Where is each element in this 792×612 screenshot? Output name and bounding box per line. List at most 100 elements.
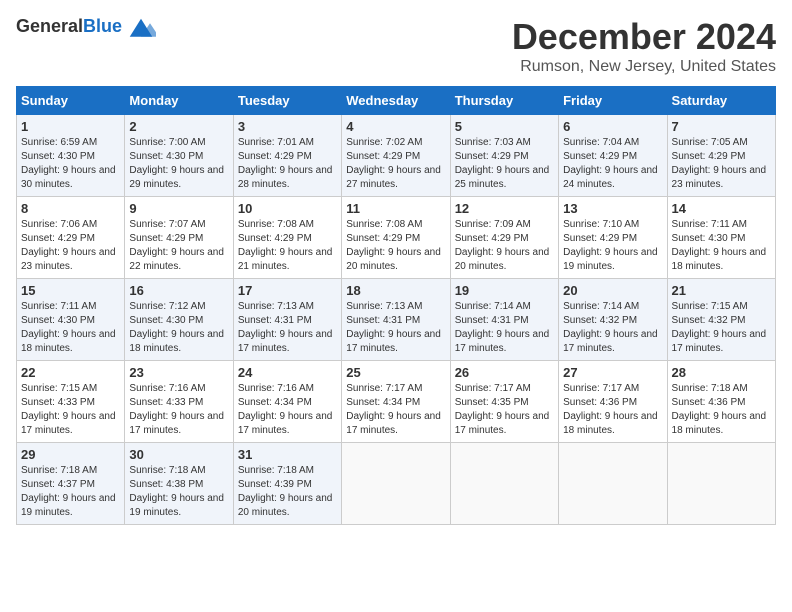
day-header: Saturday — [667, 87, 775, 115]
calendar-cell: 10 Sunrise: 7:08 AMSunset: 4:29 PMDayligh… — [233, 197, 341, 279]
calendar-cell: 27 Sunrise: 7:17 AMSunset: 4:36 PMDayligh… — [559, 361, 667, 443]
logo-icon — [126, 17, 156, 37]
day-number: 11 — [346, 201, 445, 216]
day-number: 18 — [346, 283, 445, 298]
calendar-cell — [559, 443, 667, 525]
day-info: Sunrise: 7:17 AMSunset: 4:34 PMDaylight:… — [346, 382, 445, 438]
day-info: Sunrise: 7:09 AMSunset: 4:29 PMDaylight:… — [455, 218, 554, 274]
day-number: 1 — [21, 119, 120, 134]
day-number: 3 — [238, 119, 337, 134]
day-number: 6 — [563, 119, 662, 134]
day-info: Sunrise: 7:16 AMSunset: 4:34 PMDaylight:… — [238, 382, 337, 438]
calendar-cell: 17 Sunrise: 7:13 AMSunset: 4:31 PMDayligh… — [233, 279, 341, 361]
day-info: Sunrise: 7:13 AMSunset: 4:31 PMDaylight:… — [238, 300, 337, 356]
logo-blue: Blue — [83, 16, 122, 36]
calendar-table: SundayMondayTuesdayWednesdayThursdayFrid… — [16, 86, 776, 525]
day-number: 7 — [672, 119, 771, 134]
day-number: 20 — [563, 283, 662, 298]
day-info: Sunrise: 7:01 AMSunset: 4:29 PMDaylight:… — [238, 136, 337, 192]
day-number: 2 — [129, 119, 228, 134]
calendar-cell: 31 Sunrise: 7:18 AMSunset: 4:39 PMDayligh… — [233, 443, 341, 525]
calendar-cell: 7Sunrise: 7:05 AMSunset: 4:29 PMDaylight… — [667, 115, 775, 197]
calendar-cell: 14 Sunrise: 7:11 AMSunset: 4:30 PMDayligh… — [667, 197, 775, 279]
day-info: Sunrise: 7:13 AMSunset: 4:31 PMDaylight:… — [346, 300, 445, 356]
day-number: 4 — [346, 119, 445, 134]
day-info: Sunrise: 7:00 AMSunset: 4:30 PMDaylight:… — [129, 136, 228, 192]
day-number: 9 — [129, 201, 228, 216]
logo-text: GeneralBlue — [16, 16, 122, 37]
logo: GeneralBlue — [16, 16, 156, 37]
calendar-cell: 20 Sunrise: 7:14 AMSunset: 4:32 PMDayligh… — [559, 279, 667, 361]
day-info: Sunrise: 7:03 AMSunset: 4:29 PMDaylight:… — [455, 136, 554, 192]
calendar-cell — [667, 443, 775, 525]
location-title: Rumson, New Jersey, United States — [512, 58, 776, 76]
day-info: Sunrise: 7:17 AMSunset: 4:35 PMDaylight:… — [455, 382, 554, 438]
day-number: 24 — [238, 365, 337, 380]
calendar-cell: 18 Sunrise: 7:13 AMSunset: 4:31 PMDayligh… — [342, 279, 450, 361]
day-number: 31 — [238, 447, 337, 462]
day-number: 29 — [21, 447, 120, 462]
day-number: 30 — [129, 447, 228, 462]
calendar-cell: 2 Sunrise: 7:00 AMSunset: 4:30 PMDaylight… — [125, 115, 233, 197]
calendar-cell — [342, 443, 450, 525]
day-info: Sunrise: 7:16 AMSunset: 4:33 PMDaylight:… — [129, 382, 228, 438]
calendar-cell: 19 Sunrise: 7:14 AMSunset: 4:31 PMDayligh… — [450, 279, 558, 361]
day-number: 12 — [455, 201, 554, 216]
day-number: 17 — [238, 283, 337, 298]
calendar-cell: 5Sunrise: 7:03 AMSunset: 4:29 PMDaylight… — [450, 115, 558, 197]
day-info: Sunrise: 7:17 AMSunset: 4:36 PMDaylight:… — [563, 382, 662, 438]
day-info: Sunrise: 7:14 AMSunset: 4:31 PMDaylight:… — [455, 300, 554, 356]
calendar-cell: 29 Sunrise: 7:18 AMSunset: 4:37 PMDayligh… — [17, 443, 125, 525]
day-info: Sunrise: 7:15 AMSunset: 4:33 PMDaylight:… — [21, 382, 120, 438]
calendar-cell: 9Sunrise: 7:07 AMSunset: 4:29 PMDaylight… — [125, 197, 233, 279]
calendar-cell: 3 Sunrise: 7:01 AMSunset: 4:29 PMDaylight… — [233, 115, 341, 197]
day-info: Sunrise: 7:18 AMSunset: 4:39 PMDaylight:… — [238, 464, 337, 520]
calendar-cell: 8Sunrise: 7:06 AMSunset: 4:29 PMDaylight… — [17, 197, 125, 279]
month-title: December 2024 — [512, 16, 776, 58]
day-info: Sunrise: 7:06 AMSunset: 4:29 PMDaylight:… — [21, 218, 120, 274]
day-header: Thursday — [450, 87, 558, 115]
day-number: 26 — [455, 365, 554, 380]
day-info: Sunrise: 7:18 AMSunset: 4:37 PMDaylight:… — [21, 464, 120, 520]
day-number: 13 — [563, 201, 662, 216]
day-header: Monday — [125, 87, 233, 115]
day-header: Sunday — [17, 87, 125, 115]
day-number: 22 — [21, 365, 120, 380]
calendar-cell: 22 Sunrise: 7:15 AMSunset: 4:33 PMDayligh… — [17, 361, 125, 443]
day-number: 14 — [672, 201, 771, 216]
day-info: Sunrise: 7:08 AMSunset: 4:29 PMDaylight:… — [346, 218, 445, 274]
day-info: Sunrise: 7:14 AMSunset: 4:32 PMDaylight:… — [563, 300, 662, 356]
title-area: December 2024 Rumson, New Jersey, United… — [512, 16, 776, 76]
day-header: Friday — [559, 87, 667, 115]
day-number: 27 — [563, 365, 662, 380]
calendar-cell: 4 Sunrise: 7:02 AMSunset: 4:29 PMDaylight… — [342, 115, 450, 197]
day-info: Sunrise: 7:18 AMSunset: 4:36 PMDaylight:… — [672, 382, 771, 438]
calendar-cell: 28Sunrise: 7:18 AMSunset: 4:36 PMDayligh… — [667, 361, 775, 443]
calendar-week-row: 29 Sunrise: 7:18 AMSunset: 4:37 PMDayligh… — [17, 443, 776, 525]
calendar-cell: 23Sunrise: 7:16 AMSunset: 4:33 PMDayligh… — [125, 361, 233, 443]
calendar-cell — [450, 443, 558, 525]
calendar-cell: 24 Sunrise: 7:16 AMSunset: 4:34 PMDayligh… — [233, 361, 341, 443]
calendar-cell: 30Sunrise: 7:18 AMSunset: 4:38 PMDayligh… — [125, 443, 233, 525]
logo-general: General — [16, 16, 83, 36]
day-header: Tuesday — [233, 87, 341, 115]
day-info: Sunrise: 7:15 AMSunset: 4:32 PMDaylight:… — [672, 300, 771, 356]
day-info: Sunrise: 7:10 AMSunset: 4:29 PMDaylight:… — [563, 218, 662, 274]
calendar-cell: 15 Sunrise: 7:11 AMSunset: 4:30 PMDayligh… — [17, 279, 125, 361]
day-info: Sunrise: 7:02 AMSunset: 4:29 PMDaylight:… — [346, 136, 445, 192]
calendar-week-row: 22 Sunrise: 7:15 AMSunset: 4:33 PMDayligh… — [17, 361, 776, 443]
calendar-cell: 11 Sunrise: 7:08 AMSunset: 4:29 PMDayligh… — [342, 197, 450, 279]
day-info: Sunrise: 7:11 AMSunset: 4:30 PMDaylight:… — [672, 218, 771, 274]
day-number: 21 — [672, 283, 771, 298]
day-info: Sunrise: 7:12 AMSunset: 4:30 PMDaylight:… — [129, 300, 228, 356]
day-info: Sunrise: 7:11 AMSunset: 4:30 PMDaylight:… — [21, 300, 120, 356]
day-number: 10 — [238, 201, 337, 216]
calendar-cell: 21 Sunrise: 7:15 AMSunset: 4:32 PMDayligh… — [667, 279, 775, 361]
day-number: 15 — [21, 283, 120, 298]
days-header-row: SundayMondayTuesdayWednesdayThursdayFrid… — [17, 87, 776, 115]
calendar-cell: 26 Sunrise: 7:17 AMSunset: 4:35 PMDayligh… — [450, 361, 558, 443]
day-header: Wednesday — [342, 87, 450, 115]
day-number: 19 — [455, 283, 554, 298]
calendar-week-row: 15 Sunrise: 7:11 AMSunset: 4:30 PMDayligh… — [17, 279, 776, 361]
day-info: Sunrise: 7:08 AMSunset: 4:29 PMDaylight:… — [238, 218, 337, 274]
